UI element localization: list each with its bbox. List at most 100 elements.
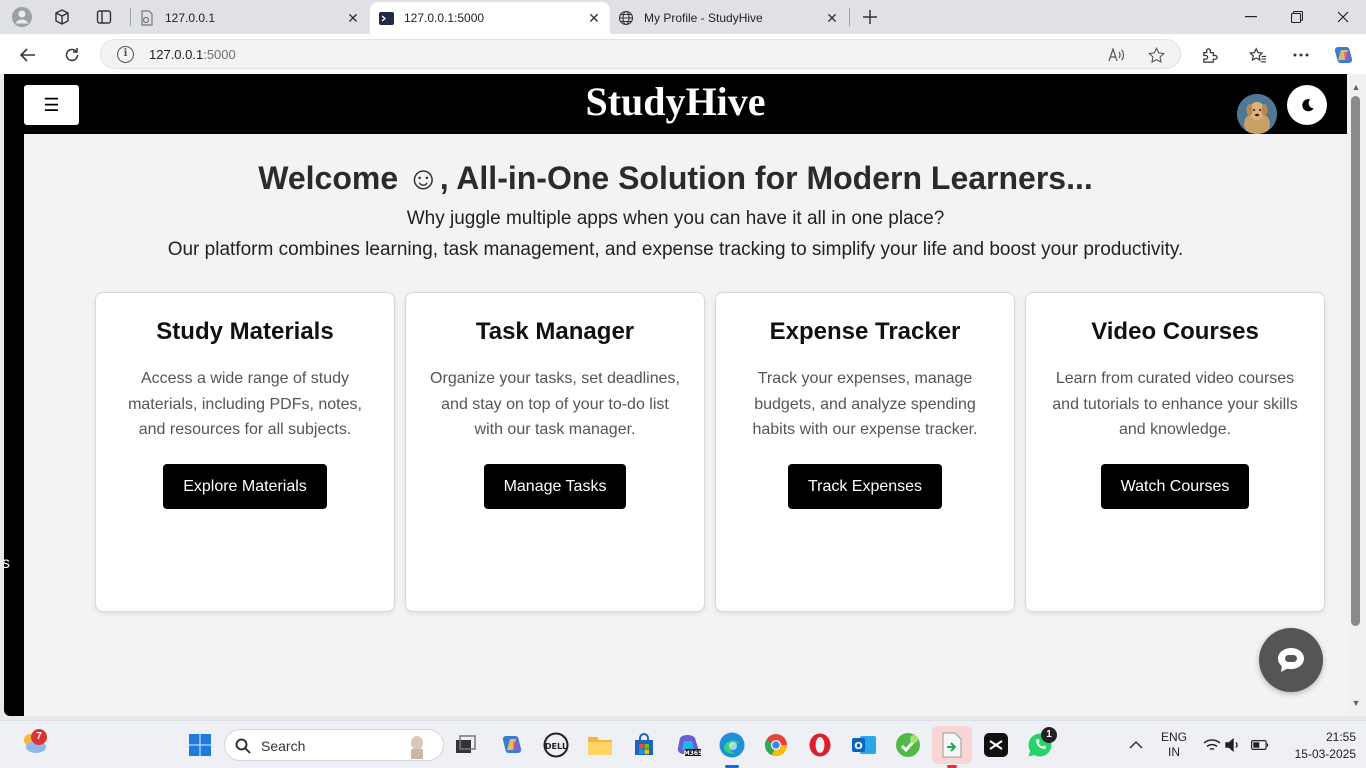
scrollbar-thumb[interactable] xyxy=(1351,96,1360,626)
volume-icon[interactable] xyxy=(1220,731,1248,759)
search-icon xyxy=(235,738,251,754)
favorites-icon[interactable] xyxy=(1245,42,1271,68)
file-transfer-icon[interactable] xyxy=(938,731,966,759)
card-description: Learn from curated video courses and tut… xyxy=(1052,370,1298,438)
watch-courses-button[interactable]: Watch Courses xyxy=(1100,463,1250,509)
hero-section: Welcome ☺, All-in-One Solution for Moder… xyxy=(24,158,1327,265)
close-window-icon[interactable] xyxy=(1320,2,1366,32)
page-scrollbar[interactable]: ▲ ▼ xyxy=(1347,74,1366,716)
explore-materials-button[interactable]: Explore Materials xyxy=(163,463,327,509)
minimize-icon[interactable] xyxy=(1228,2,1274,32)
card-expense-tracker: Expense Tracker Track your expenses, man… xyxy=(715,292,1015,612)
chat-bubble-icon xyxy=(1278,648,1304,672)
dell-icon[interactable]: DELL xyxy=(542,731,570,759)
card-description: Track your expenses, manage budgets, and… xyxy=(752,370,978,438)
battery-icon[interactable] xyxy=(1246,731,1274,759)
opera-icon[interactable] xyxy=(806,731,834,759)
refresh-icon[interactable] xyxy=(59,42,85,68)
menu-button[interactable]: ☰ xyxy=(24,85,79,125)
card-title: Expense Tracker xyxy=(769,318,961,345)
favorite-star-icon[interactable] xyxy=(1146,45,1166,65)
clock[interactable]: 21:55 15-03-2025 xyxy=(1282,730,1356,761)
region-code: IN xyxy=(1168,745,1180,759)
site-brand: StudyHive xyxy=(585,79,766,124)
copilot-icon[interactable] xyxy=(1330,42,1356,68)
svg-text:M365: M365 xyxy=(684,750,701,757)
site-info-icon[interactable]: i xyxy=(117,46,134,63)
address-bar[interactable]: i 127.0.0.1:5000 xyxy=(100,39,1181,69)
microsoft-365-icon[interactable]: M365 xyxy=(674,731,702,759)
edge-browser-icon[interactable] xyxy=(718,731,746,759)
copilot-taskbar-icon[interactable] xyxy=(498,731,526,759)
taskbar-search[interactable]: Search xyxy=(224,729,444,761)
tab-my-profile[interactable]: My Profile - StudyHive ✕ xyxy=(610,2,848,34)
close-tab-icon[interactable]: ✕ xyxy=(343,8,363,28)
outlook-icon[interactable]: O xyxy=(850,731,878,759)
search-label: Search xyxy=(261,738,306,754)
scroll-up-icon[interactable]: ▲ xyxy=(1351,82,1361,92)
svg-text:O: O xyxy=(854,741,863,752)
user-avatar[interactable] xyxy=(1237,94,1277,134)
whatsapp-badge: 1 xyxy=(1041,727,1057,743)
chat-button[interactable] xyxy=(1259,628,1323,692)
hero-line-1: Why juggle multiple apps when you can ha… xyxy=(406,208,945,229)
language-indicator[interactable]: ENG IN xyxy=(1156,730,1192,759)
moon-icon xyxy=(1301,98,1314,111)
card-description: Access a wide range of study materials, … xyxy=(128,370,362,438)
sidebar-peek-text: s xyxy=(4,555,10,572)
svg-text:DELL: DELL xyxy=(545,742,567,751)
show-hidden-icons-chevron-icon[interactable] xyxy=(1122,731,1150,759)
tab-title: 127.0.0.1 xyxy=(165,11,216,25)
profile-icon[interactable] xyxy=(10,5,34,29)
greenshot-icon[interactable] xyxy=(894,731,922,759)
file-explorer-icon[interactable] xyxy=(586,731,614,759)
card-title: Study Materials xyxy=(156,318,334,345)
browser-toolbar: i 127.0.0.1:5000 xyxy=(0,34,1366,74)
capcut-icon[interactable] xyxy=(982,731,1010,759)
search-highlight-icon xyxy=(411,736,423,759)
read-aloud-icon[interactable] xyxy=(1106,45,1126,65)
tab-localhost[interactable]: 127.0.0.1 ✕ xyxy=(131,2,369,34)
more-options-icon[interactable] xyxy=(1288,42,1314,68)
page-icon xyxy=(139,10,155,26)
page-viewport: s ☰ StudyHive Welcome ☺, All-in-One Solu… xyxy=(4,74,1347,716)
card-description: Organize your tasks, set deadlines, and … xyxy=(430,370,680,438)
globe-icon xyxy=(618,10,634,26)
chrome-icon[interactable] xyxy=(762,731,790,759)
new-tab-icon[interactable] xyxy=(858,5,882,29)
scroll-down-icon[interactable]: ▼ xyxy=(1351,698,1361,708)
hamburger-icon: ☰ xyxy=(43,94,60,115)
tab-title: 127.0.0.1:5000 xyxy=(404,11,485,25)
tab-localhost-5000[interactable]: 127.0.0.1:5000 ✕ xyxy=(370,2,610,34)
url-host: 127.0.0.1 xyxy=(149,47,204,62)
url-port: :5000 xyxy=(203,47,236,62)
card-title: Video Courses xyxy=(1091,318,1259,345)
extensions-icon[interactable] xyxy=(1196,42,1222,68)
clock-time: 21:55 xyxy=(1325,730,1356,744)
tab-title: My Profile - StudyHive xyxy=(644,11,763,25)
hero-line-2: Our platform combines learning, task man… xyxy=(167,239,1184,260)
close-tab-icon[interactable]: ✕ xyxy=(822,8,842,28)
restore-icon[interactable] xyxy=(1274,2,1320,32)
card-video-courses: Video Courses Learn from curated video c… xyxy=(1025,292,1325,612)
windows-taskbar: 7 Search DELL M365 O 1 ENG IN 21:55 15-0… xyxy=(0,720,1366,768)
task-view-icon[interactable] xyxy=(452,731,480,759)
back-icon[interactable] xyxy=(15,42,41,68)
language-code: ENG xyxy=(1160,730,1187,744)
track-expenses-button[interactable]: Track Expenses xyxy=(787,463,943,509)
microsoft-store-icon[interactable] xyxy=(630,731,658,759)
browser-tab-strip: 127.0.0.1 ✕ 127.0.0.1:5000 ✕ My Profile … xyxy=(0,0,1366,34)
start-icon[interactable] xyxy=(186,731,214,759)
card-task-manager: Task Manager Organize your tasks, set de… xyxy=(405,292,705,612)
close-tab-icon[interactable]: ✕ xyxy=(584,8,604,28)
workspaces-icon[interactable] xyxy=(50,5,74,29)
terminal-icon xyxy=(378,10,394,26)
card-title: Task Manager xyxy=(475,318,635,345)
hero-heading: Welcome ☺, All-in-One Solution for Moder… xyxy=(258,160,1093,196)
card-study-materials: Study Materials Access a wide range of s… xyxy=(95,292,395,612)
site-header: ☰ StudyHive xyxy=(4,74,1347,134)
theme-toggle-button[interactable] xyxy=(1287,85,1327,125)
manage-tasks-button[interactable]: Manage Tasks xyxy=(483,463,627,509)
sidebar-collapsed[interactable]: s xyxy=(4,74,24,716)
tab-actions-icon[interactable] xyxy=(92,5,116,29)
